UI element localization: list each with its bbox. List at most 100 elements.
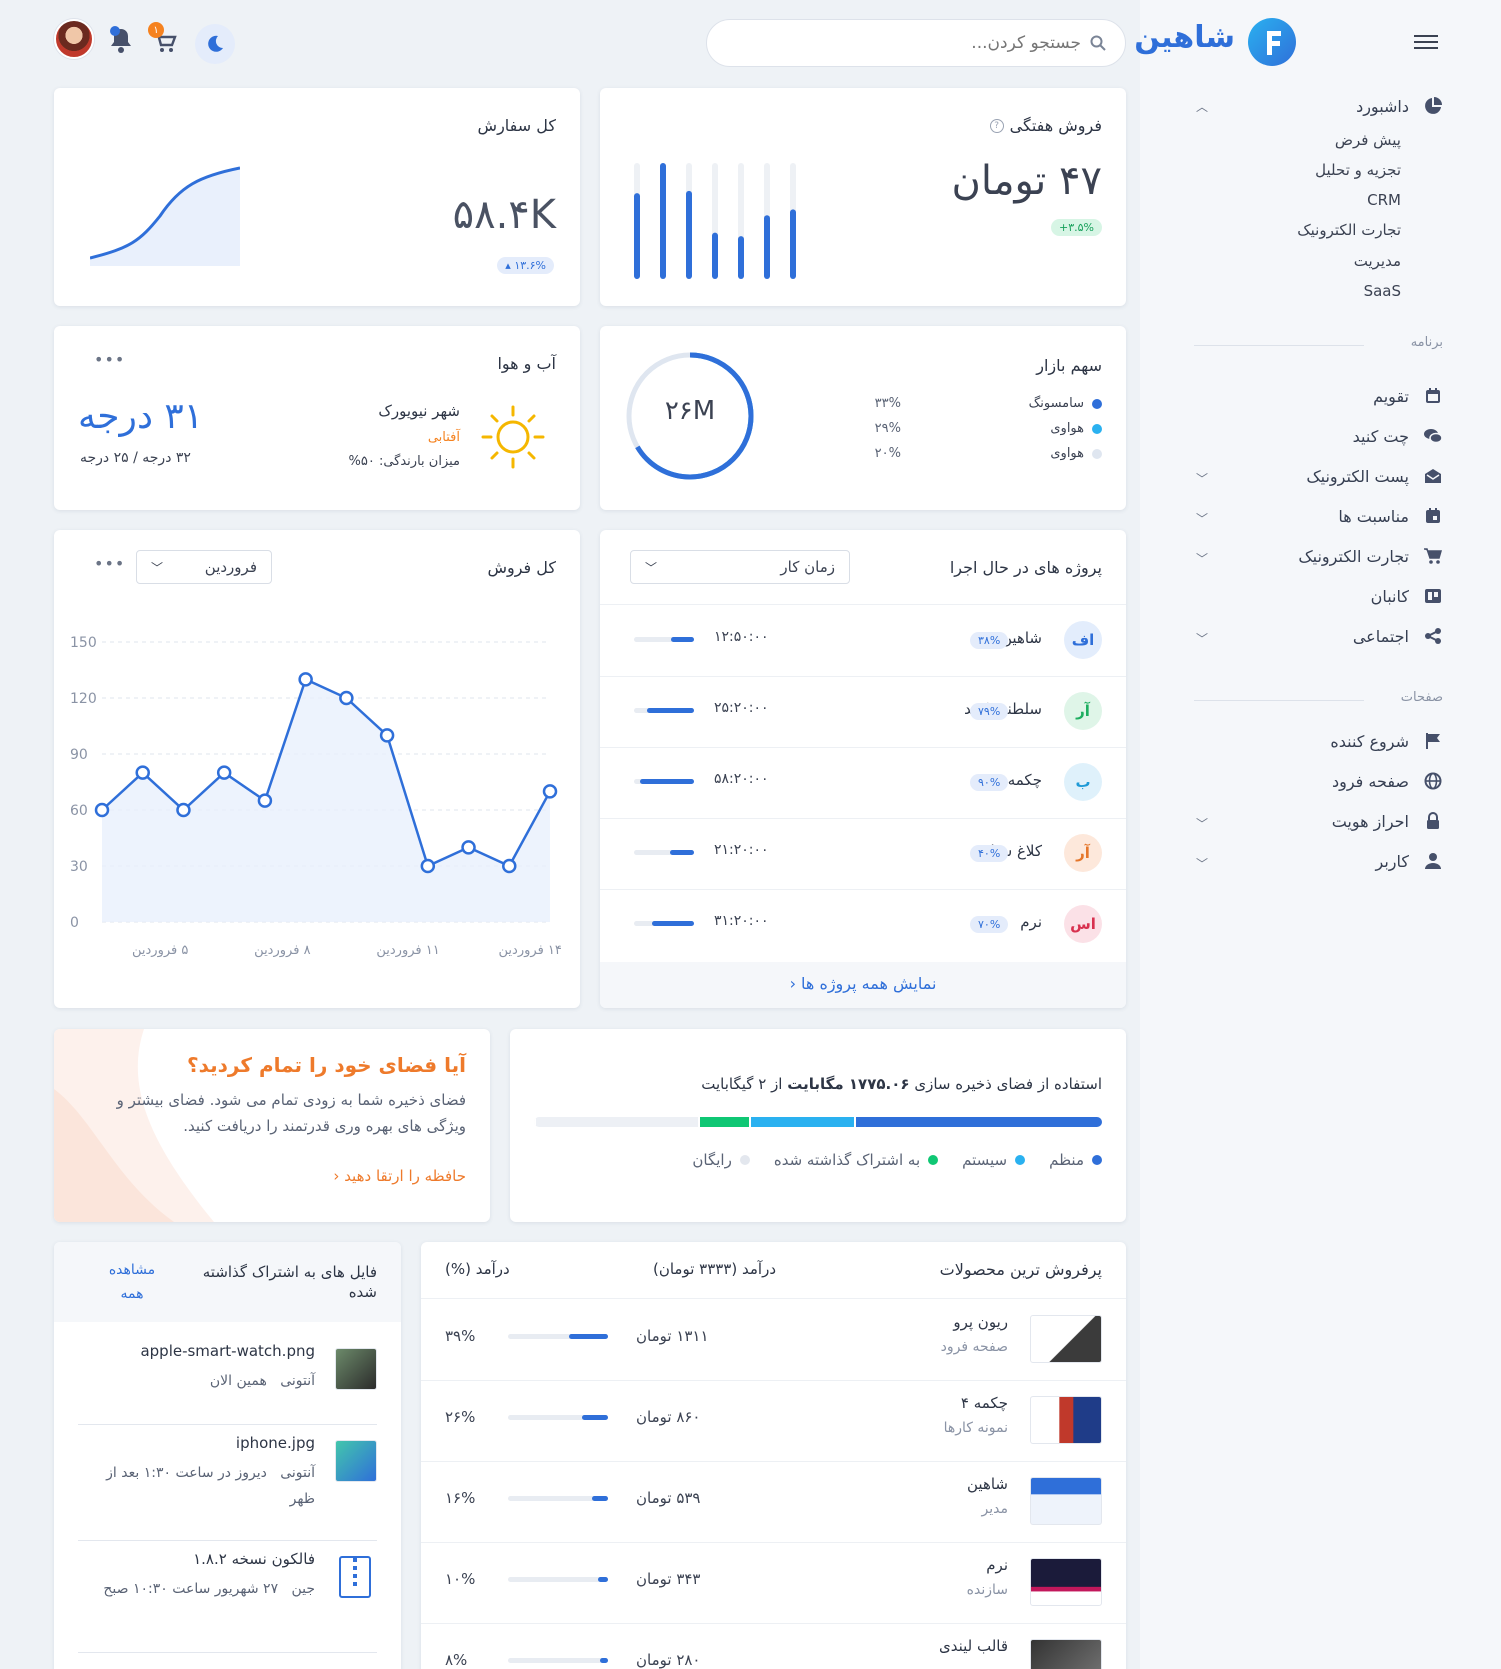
weather-rain: میزان بارندگی: ۵۰% [348,454,460,469]
brand-name[interactable]: شاهین [1134,20,1235,55]
file-row[interactable]: فالکون نسخه ۱.۸.۲ جین ۲۷ شهریور ساعت ۱۰:… [78,1550,377,1646]
total-sales-select-value: فروردین [204,558,257,576]
kanban-icon [1423,586,1443,606]
legend-value: ۲۰% [874,446,901,461]
x-tick-label: ۱۴ فروردین [499,943,562,958]
sun-icon [481,405,545,469]
nav-sub-management[interactable]: مدیریت [1354,252,1401,270]
nav-sub-default[interactable]: پیش فرض [1335,131,1401,149]
nav-item-2[interactable]: پست الکترونیک [1193,460,1443,492]
nav-sub-saas[interactable]: SaaS [1364,282,1401,300]
nav-item-6[interactable]: اجتماعی [1193,620,1443,652]
data-point[interactable] [339,690,354,706]
data-point[interactable] [257,793,273,808]
product-row[interactable]: نرم سازنده ۳۴۳ تومان ۱۰% [421,1542,1126,1623]
notifications-button[interactable] [108,26,136,56]
nav-item-0[interactable]: شروع کننده [1193,725,1443,757]
total-sales-select[interactable]: فروردین ﹀ [136,550,272,584]
product-revenue: ۱۳۱۱ تومان [636,1327,709,1345]
project-row[interactable]: اف شاهین ۳۸% ۱۲:۵۰:۰۰ [600,605,1126,676]
data-point[interactable] [420,858,436,874]
menu-toggle-icon[interactable] [1414,34,1438,52]
product-row[interactable]: ریون پرو صفحه فرود ۱۳۱۱ تومان ۳۹% [421,1299,1126,1380]
total-sales-more-icon[interactable]: ••• [94,554,125,573]
projects-select[interactable]: زمان کار ﹀ [630,550,850,584]
file-meta: آنتونی همین الان [95,1368,315,1394]
product-thumbnail [1030,1639,1102,1669]
nav-item-3[interactable]: مناسبت ها [1193,500,1443,532]
chevron-down-icon[interactable]: ﹀ [1196,510,1208,527]
weather-more-icon[interactable]: ••• [94,350,125,369]
total-orders-title: کل سفارش [477,116,556,135]
chevron-down-icon[interactable]: ﹀ [1196,550,1208,567]
data-point[interactable] [379,728,395,743]
project-row[interactable]: ب چکمه ۴ ۹۰% ۵۸:۲۰:۰۰ [600,747,1126,818]
data-point[interactable] [461,840,476,855]
project-time: ۵۸:۲۰:۰۰ [714,771,769,787]
upgrade-storage-link[interactable]: حافظه را ارتقا دهید ‹ [333,1167,466,1185]
show-all-projects-link[interactable]: نمایش همه پروژه ها ‹ [600,974,1126,993]
product-progress-track [508,1415,608,1420]
shared-files-view-all[interactable]: مشاهده همه [102,1258,162,1306]
product-row[interactable]: چکمه ۴ نمونه کارها ۸۶۰ تومان ۲۶% [421,1380,1126,1461]
project-row[interactable]: آر سلطنت کنید ۷۹% ۲۵:۲۰:۰۰ [600,676,1126,747]
nav-item-label: صفحه فرود [1332,771,1409,791]
nav-item-2[interactable]: احراز هویت [1193,805,1443,837]
chevron-down-icon[interactable]: ﹀ [1196,630,1208,647]
data-point[interactable] [542,784,558,799]
product-thumbnail [1030,1396,1102,1444]
cart-button[interactable]: ۱ [148,22,180,56]
chevron-down-icon[interactable]: ﹀ [1196,855,1208,872]
file-row[interactable]: iphone.jpg آنتونی دیروز در ساعت ۱:۳۰ بعد… [78,1434,377,1530]
nav-item-3[interactable]: کاربر [1193,845,1443,877]
nav-item-1[interactable]: چت کنید [1193,420,1443,452]
nav-item-1[interactable]: صفحه فرود [1193,765,1443,797]
total-sales-title: کل فروش [487,558,556,577]
total-sales-card: کل فروش فروردین ﹀ ••• 0 30 60 90 120 150 ۵ فرو… [54,530,580,1008]
product-row[interactable]: قالب لیندی ۲۸۰ تومان ۸% [421,1623,1126,1669]
search-box[interactable] [706,19,1126,67]
chevron-down-icon: ﹀ [645,560,658,575]
project-avatar: آر [1064,834,1102,872]
file-thumbnail [335,1440,377,1482]
nav-sub-crm[interactable]: CRM [1367,191,1401,209]
weather-city: شهر نیویورک [378,402,460,420]
product-name: چکمه ۴ [960,1394,1008,1412]
nav-sub-ecommerce[interactable]: تجارت الکترونیک [1297,221,1401,239]
nav-item-5[interactable]: کانبان [1193,580,1443,612]
weekly-bar [764,215,770,279]
search-input[interactable] [731,30,1081,56]
nav-item-0[interactable]: تقویم [1193,380,1443,412]
project-row[interactable]: اس نرم ۷۰% ۳۱:۲۰:۰۰ [600,889,1126,960]
project-avatar: ب [1064,763,1102,801]
data-point[interactable] [298,672,313,687]
data-point[interactable] [502,858,517,874]
product-subtitle: مدیر [981,1501,1008,1517]
chevron-up-icon[interactable]: ︿ [1196,98,1208,115]
data-point[interactable] [135,765,150,780]
theme-toggle-button[interactable] [195,24,235,64]
legend-dot [1092,448,1102,459]
nav-dashboard[interactable]: داشبورد [1193,90,1443,122]
data-point[interactable] [94,802,110,818]
storage-legend-label: منظم [1049,1151,1084,1169]
nav-dashboard-label: داشبورد [1356,96,1409,116]
col-revenue-header: درآمد (۳۳۳۳ تومان) [652,1260,776,1278]
product-row[interactable]: شاهین مدیر ۵۳۹ تومان ۱۶% [421,1461,1126,1542]
nav-item-4[interactable]: تجارت الکترونیک [1193,540,1443,572]
project-avatar: اف [1064,621,1102,659]
user-avatar[interactable] [54,19,94,59]
data-point[interactable] [176,802,191,818]
x-tick-label: ۸ فروردین [254,943,310,958]
data-point[interactable] [216,765,232,780]
legend-name: هواوی [1050,446,1084,461]
project-name: نرم [1020,913,1042,931]
total-orders-change-chip: ▴ ۱۳.۶% [497,257,554,274]
chevron-down-icon[interactable]: ﹀ [1196,815,1208,832]
help-icon[interactable]: ? [989,118,1004,133]
chevron-down-icon[interactable]: ﹀ [1196,470,1208,487]
project-row[interactable]: آر کلاغ سیاه ۴۰% ۲۱:۲۰:۰۰ [600,818,1126,889]
product-pct: ۳۹% [445,1327,476,1345]
nav-sub-analytics[interactable]: تجزیه و تحلیل [1315,161,1401,179]
y-tick-label: 30 [70,859,88,875]
